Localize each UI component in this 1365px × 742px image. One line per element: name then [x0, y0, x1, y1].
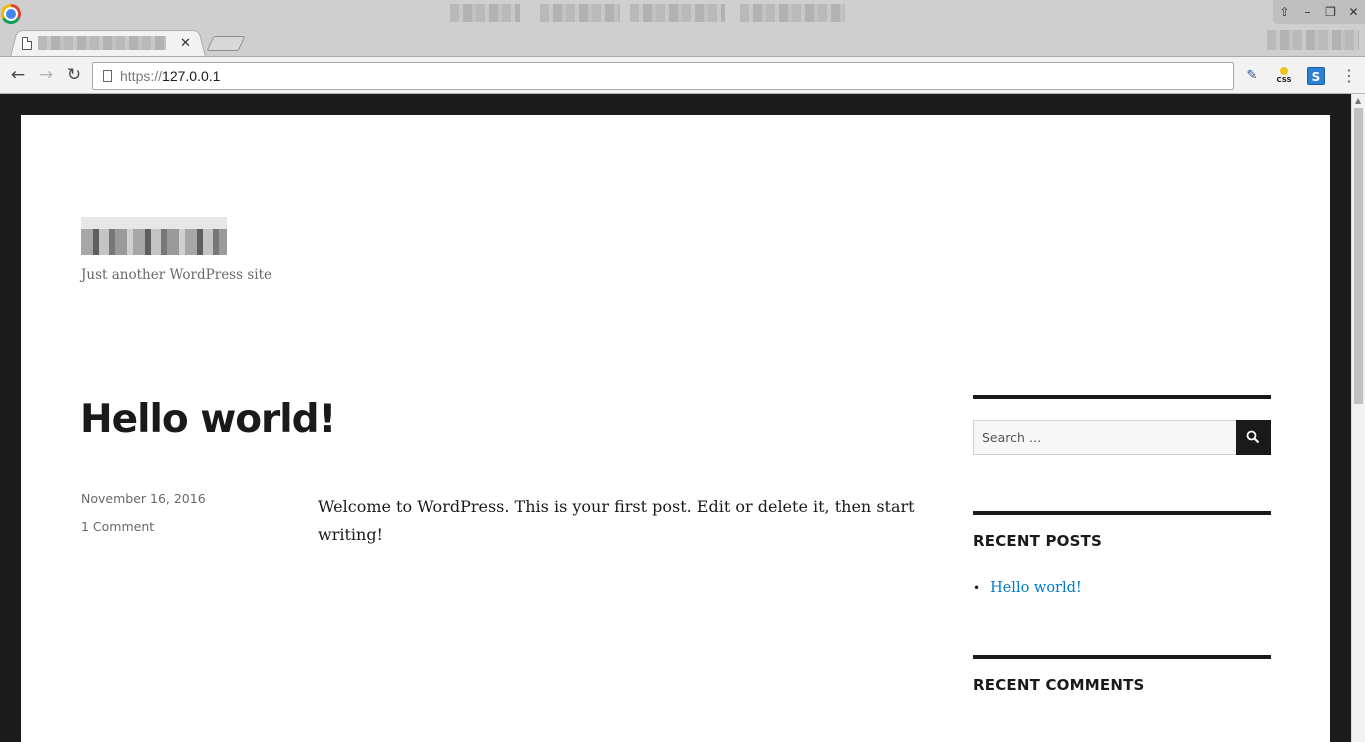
widget-divider	[973, 655, 1271, 659]
search-button[interactable]	[1236, 420, 1271, 455]
browser-menu-icon[interactable]: ⋮	[1340, 67, 1358, 85]
bullet-icon: •	[973, 581, 981, 595]
browser-titlebar: ⇧ – ❐ ✕ ✕	[0, 0, 1365, 57]
scrollbar-thumb[interactable]	[1354, 108, 1363, 404]
window-title-redacted	[450, 4, 520, 22]
window-title-redacted	[630, 4, 725, 22]
recent-comments-title: RECENT COMMENTS	[973, 676, 1145, 694]
widget-divider	[973, 511, 1271, 515]
window-title-redacted	[740, 4, 845, 22]
restore-icon[interactable]: ❐	[1322, 5, 1340, 19]
tab-title-redacted	[38, 36, 166, 50]
window-up-icon[interactable]: ⇧	[1276, 5, 1294, 19]
window-controls: ⇧ – ❐ ✕	[1273, 0, 1365, 24]
widget-divider	[973, 395, 1271, 399]
url-host: 127.0.0.1	[162, 68, 221, 84]
url-scheme: https://	[120, 68, 163, 84]
chrome-logo-icon	[1, 4, 21, 24]
site-container: Just another WordPress site Hello world!…	[21, 115, 1330, 742]
recent-posts-title: RECENT POSTS	[973, 532, 1103, 550]
eyedropper-extension-icon[interactable]: ✎	[1243, 67, 1261, 85]
page-info-icon[interactable]	[103, 70, 112, 82]
post-title[interactable]: Hello world!	[80, 397, 336, 442]
s-extension-icon[interactable]: S	[1307, 67, 1325, 85]
recent-post-link[interactable]: Hello world!	[990, 580, 1082, 596]
scroll-up-icon[interactable]: ▲	[1355, 96, 1361, 105]
browser-toolbar: ← → ↻ https://127.0.0.1 ✎ CSS S ⋮	[0, 56, 1365, 94]
search-input[interactable]: Search …	[973, 420, 1237, 455]
post-content: Welcome to WordPress. This is your first…	[318, 497, 915, 544]
post-comments-link[interactable]: 1 Comment	[81, 519, 154, 534]
page-viewport: Just another WordPress site Hello world!…	[0, 94, 1351, 742]
site-title-redacted[interactable]	[81, 229, 227, 255]
reload-icon[interactable]: ↻	[64, 65, 84, 85]
forward-arrow-icon[interactable]: →	[36, 65, 56, 85]
css-extension-icon[interactable]: CSS	[1275, 67, 1293, 85]
tab-close-icon[interactable]: ✕	[180, 36, 191, 51]
new-tab-button[interactable]	[206, 36, 246, 51]
page-icon	[22, 36, 32, 50]
minimize-icon[interactable]: –	[1299, 5, 1317, 19]
close-window-icon[interactable]: ✕	[1345, 5, 1363, 19]
window-title-redacted	[540, 4, 620, 22]
site-description: Just another WordPress site	[81, 267, 272, 283]
profile-redacted	[1267, 30, 1359, 50]
search-icon	[1246, 430, 1260, 444]
address-bar[interactable]: https://127.0.0.1	[92, 62, 1234, 90]
page-scrollbar[interactable]: ▲	[1351, 94, 1365, 742]
browser-tab-content[interactable]: ✕	[22, 30, 202, 56]
post-date[interactable]: November 16, 2016	[81, 491, 206, 506]
back-arrow-icon[interactable]: ←	[8, 65, 28, 85]
recent-post-item[interactable]: • Hello world!	[973, 580, 1082, 596]
